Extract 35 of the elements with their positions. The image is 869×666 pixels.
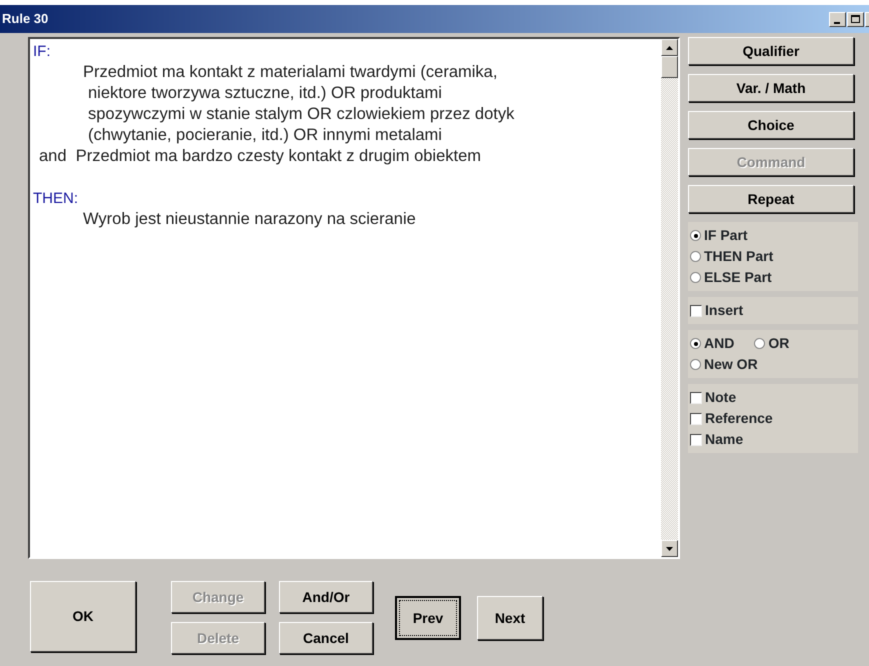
side-button[interactable]: Var. / Math xyxy=(688,74,854,102)
radio-option[interactable]: ELSE Part xyxy=(690,267,856,288)
rule-text-area[interactable] xyxy=(28,37,680,559)
checkbox-option[interactable]: Note xyxy=(690,387,856,408)
minimize-button[interactable] xyxy=(829,12,846,26)
checkbox-option[interactable]: Name xyxy=(690,429,856,450)
nav-button[interactable]: Prev xyxy=(395,596,461,640)
section-heading: THEN: xyxy=(33,189,79,209)
radio-option[interactable]: OR xyxy=(754,333,790,354)
scroll-down-icon[interactable] xyxy=(666,546,673,550)
rule-text-line: Wyrob jest nieustannie narazony na scieranie xyxy=(82,209,417,230)
rule-text-line: and Przedmiot ma bardzo czesty kontakt z drugim obiektem xyxy=(38,146,482,167)
checkbox-option[interactable]: Reference xyxy=(690,408,856,429)
maximize-button[interactable] xyxy=(847,12,864,26)
scroll-thumb[interactable] xyxy=(661,56,678,78)
scrollbar[interactable] xyxy=(661,39,678,557)
side-button[interactable]: Qualifier xyxy=(688,37,854,65)
dialog-button[interactable]: Cancel xyxy=(279,622,373,654)
side-button[interactable]: Choice xyxy=(688,111,854,139)
dialog-button[interactable]: And/Or xyxy=(279,581,373,613)
radio-option[interactable]: IF Part xyxy=(690,225,856,246)
minimize-icon xyxy=(834,22,840,24)
scroll-up-icon[interactable] xyxy=(666,46,673,50)
rule-text-line: niektore tworzywa sztuczne, itd.) OR produktami xyxy=(87,83,443,104)
radio-option[interactable]: New OR xyxy=(690,354,856,375)
ok-button[interactable]: OK xyxy=(30,581,136,652)
side-button[interactable]: Repeat xyxy=(688,185,854,213)
rule-text-line: Przedmiot ma kontakt z materialami twardymi (ceramika, xyxy=(82,62,498,83)
rule-text-line: spozywczymi w stanie stalym OR czlowiekiem przez dotyk xyxy=(87,104,516,125)
rule-text-line: (chwytanie, pocieranie, itd.) OR innymi metalami xyxy=(87,125,443,146)
section-heading: IF: xyxy=(33,42,52,62)
radio-option[interactable]: THEN Part xyxy=(690,246,856,267)
radio-option[interactable]: AND xyxy=(690,333,734,354)
window-title: Rule 30 xyxy=(2,10,48,28)
nav-button[interactable]: Next xyxy=(477,596,543,640)
